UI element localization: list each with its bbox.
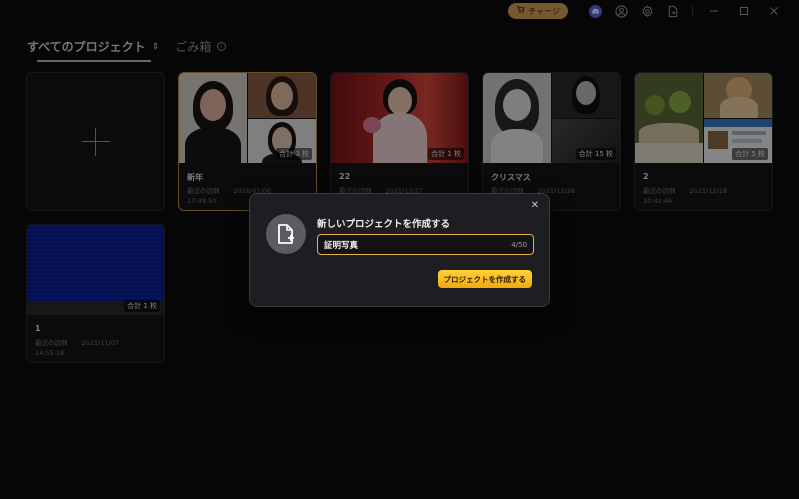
project-name-input[interactable]	[324, 239, 474, 250]
project-name-field[interactable]: 4/50	[317, 234, 534, 255]
dialog-title: 新しいプロジェクトを作成する	[317, 219, 451, 230]
app-window: チャージ すべてのプロジェクト ⇕ ごみ箱 i 合計 3 枚 新年 最近の訪問 …	[0, 0, 799, 499]
character-counter: 4/50	[511, 240, 527, 249]
create-project-dialog: ✕ 新しいプロジェクトを作成する 4/50 プロジェクトを作成する	[249, 193, 550, 307]
create-project-button[interactable]: プロジェクトを作成する	[437, 270, 532, 288]
new-file-icon	[266, 214, 306, 254]
dialog-close-button[interactable]: ✕	[531, 200, 539, 211]
